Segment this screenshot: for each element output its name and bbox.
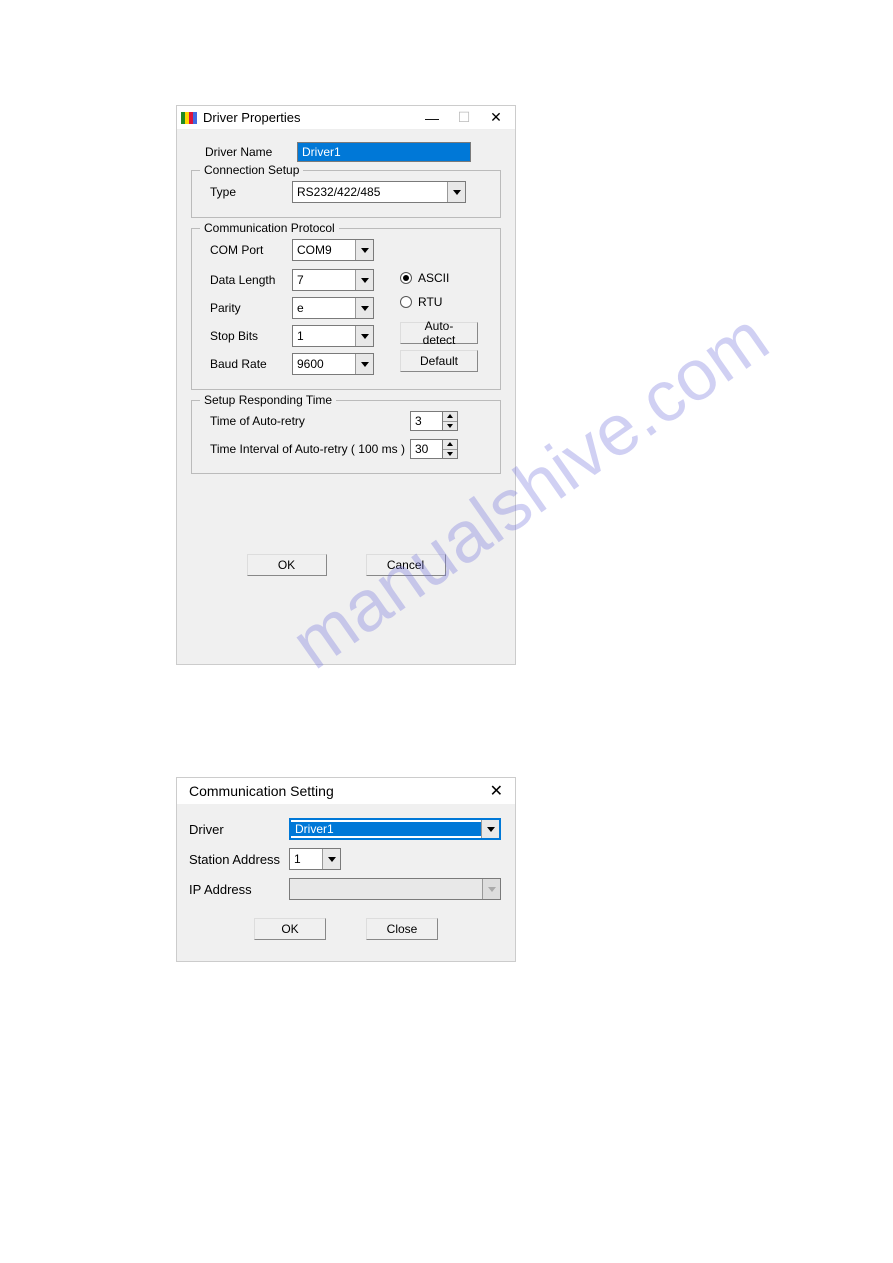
spinner-down-icon[interactable] bbox=[443, 422, 457, 431]
close-icon[interactable]: ✕ bbox=[489, 111, 503, 125]
driver-combo[interactable]: Driver1 bbox=[289, 818, 501, 840]
parity-value: e bbox=[293, 301, 355, 315]
comm-protocol-legend: Communication Protocol bbox=[200, 221, 339, 235]
auto-retry-spinner[interactable] bbox=[410, 411, 458, 431]
stop-bits-label: Stop Bits bbox=[200, 329, 292, 343]
data-length-value: 7 bbox=[293, 273, 355, 287]
station-address-combo[interactable]: 1 bbox=[289, 848, 341, 870]
maximize-icon[interactable]: ☐ bbox=[457, 111, 471, 125]
titlebar: Driver Properties — ☐ ✕ bbox=[177, 106, 515, 130]
chevron-down-icon bbox=[447, 182, 465, 202]
type-label: Type bbox=[200, 185, 292, 199]
connection-setup-group: Connection Setup Type RS232/422/485 bbox=[191, 170, 501, 218]
default-button[interactable]: Default bbox=[400, 350, 478, 372]
interval-input[interactable] bbox=[410, 439, 442, 459]
ip-address-label: IP Address bbox=[189, 882, 289, 897]
titlebar: Communication Setting ✕ bbox=[177, 778, 515, 804]
com-port-value: COM9 bbox=[293, 243, 355, 257]
communication-setting-dialog: Communication Setting ✕ Driver Driver1 S… bbox=[176, 777, 516, 962]
station-value: 1 bbox=[290, 852, 322, 866]
ok-button[interactable]: OK bbox=[247, 554, 327, 576]
driver-name-input[interactable] bbox=[297, 142, 471, 162]
stop-bits-value: 1 bbox=[293, 329, 355, 343]
interval-spinner[interactable] bbox=[410, 439, 458, 459]
comm-protocol-group: Communication Protocol COM Port COM9 Dat… bbox=[191, 228, 501, 390]
spinner-up-icon[interactable] bbox=[443, 440, 457, 450]
rtu-radio[interactable]: RTU bbox=[400, 295, 492, 309]
rtu-label: RTU bbox=[418, 295, 442, 309]
responding-time-group: Setup Responding Time Time of Auto-retry… bbox=[191, 400, 501, 474]
driver-label: Driver bbox=[189, 822, 289, 837]
radio-icon bbox=[400, 296, 412, 308]
interval-label: Time Interval of Auto-retry ( 100 ms ) bbox=[200, 442, 410, 456]
data-length-combo[interactable]: 7 bbox=[292, 269, 374, 291]
driver-properties-dialog: Driver Properties — ☐ ✕ Driver Name Conn… bbox=[176, 105, 516, 665]
parity-combo[interactable]: e bbox=[292, 297, 374, 319]
com-port-label: COM Port bbox=[200, 243, 292, 257]
radio-icon bbox=[400, 272, 412, 284]
chevron-down-icon bbox=[482, 879, 500, 899]
parity-label: Parity bbox=[200, 301, 292, 315]
chevron-down-icon bbox=[355, 354, 373, 374]
stop-bits-combo[interactable]: 1 bbox=[292, 325, 374, 347]
chevron-down-icon bbox=[355, 240, 373, 260]
chevron-down-icon bbox=[322, 849, 340, 869]
dialog-title: Driver Properties bbox=[203, 110, 425, 125]
spinner-down-icon[interactable] bbox=[443, 450, 457, 459]
app-icon bbox=[181, 110, 197, 126]
ok-button[interactable]: OK bbox=[254, 918, 326, 940]
auto-detect-button[interactable]: Auto-detect bbox=[400, 322, 478, 344]
chevron-down-icon bbox=[481, 820, 499, 838]
type-combo[interactable]: RS232/422/485 bbox=[292, 181, 466, 203]
window-controls: — ☐ ✕ bbox=[425, 111, 503, 125]
ascii-radio[interactable]: ASCII bbox=[400, 271, 492, 285]
baud-rate-value: 9600 bbox=[293, 357, 355, 371]
ascii-label: ASCII bbox=[418, 271, 449, 285]
chevron-down-icon bbox=[355, 298, 373, 318]
driver-value: Driver1 bbox=[291, 822, 481, 836]
auto-retry-label: Time of Auto-retry bbox=[200, 414, 410, 428]
type-value: RS232/422/485 bbox=[293, 185, 447, 199]
ip-address-combo bbox=[289, 878, 501, 900]
com-port-combo[interactable]: COM9 bbox=[292, 239, 374, 261]
connection-setup-legend: Connection Setup bbox=[200, 163, 303, 177]
baud-rate-label: Baud Rate bbox=[200, 357, 292, 371]
station-address-label: Station Address bbox=[189, 852, 289, 867]
minimize-icon[interactable]: — bbox=[425, 111, 439, 125]
chevron-down-icon bbox=[355, 270, 373, 290]
responding-time-legend: Setup Responding Time bbox=[200, 393, 336, 407]
close-button[interactable]: Close bbox=[366, 918, 438, 940]
spinner-up-icon[interactable] bbox=[443, 412, 457, 422]
cancel-button[interactable]: Cancel bbox=[366, 554, 446, 576]
driver-name-label: Driver Name bbox=[205, 145, 297, 159]
auto-retry-input[interactable] bbox=[410, 411, 442, 431]
baud-rate-combo[interactable]: 9600 bbox=[292, 353, 374, 375]
data-length-label: Data Length bbox=[200, 273, 292, 287]
dialog-title: Communication Setting bbox=[189, 783, 334, 799]
close-icon[interactable]: ✕ bbox=[490, 781, 503, 801]
chevron-down-icon bbox=[355, 326, 373, 346]
